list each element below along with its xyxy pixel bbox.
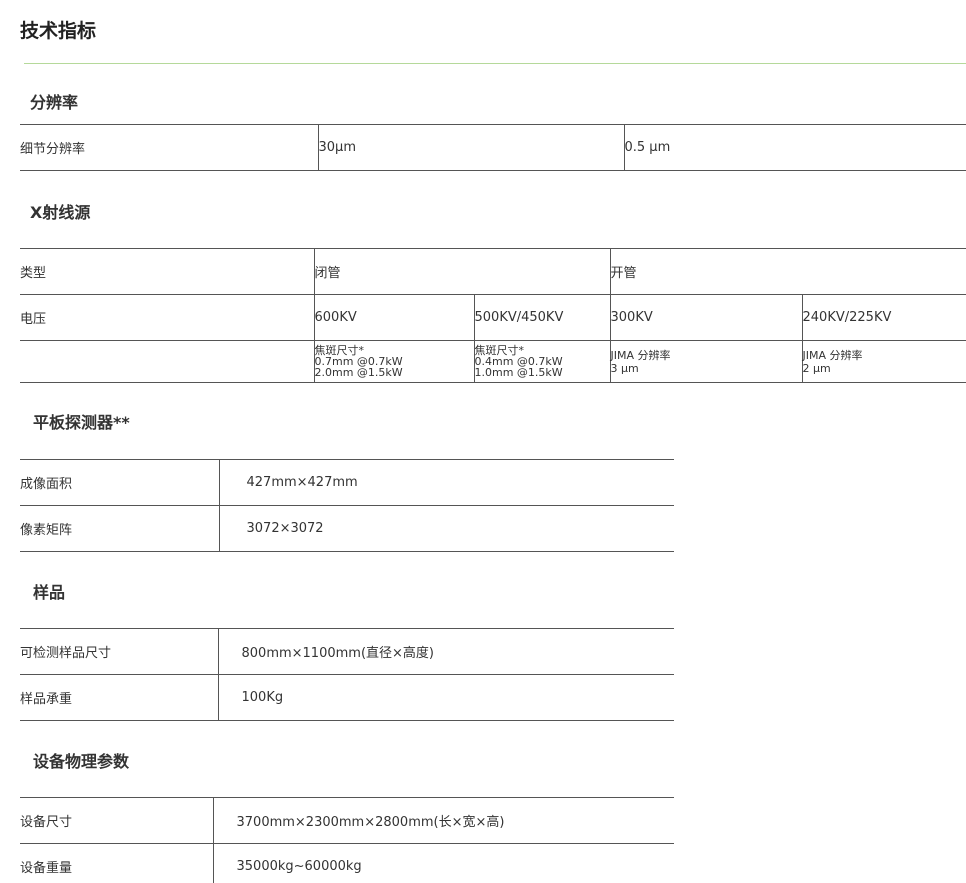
row-value: 30μm [317, 124, 624, 171]
row-label: 细节分辨率 [20, 124, 318, 171]
table-row: 焦斑尺寸* 0.7mm @0.7kW 2.0mm @1.5kW 焦斑尺寸* 0.… [20, 340, 966, 383]
xray-table: 类型 闭管 开管 电压 600KV 500KV/450KV 300KV 240K… [20, 248, 966, 383]
row-label: 设备尺寸 [20, 797, 213, 844]
row-label: 设备重量 [20, 843, 213, 883]
table-row: 类型 闭管 开管 [20, 248, 966, 295]
focal-spot-cell: 焦斑尺寸* 0.7mm @0.7kW 2.0mm @1.5kW [313, 340, 474, 383]
resolution-table: 细节分辨率 30μm 0.5 μm [20, 124, 966, 171]
type-closed-tube: 闭管 [313, 248, 611, 295]
voltage-value: 600KV [313, 294, 474, 341]
section-title-xray: X射线源 [30, 203, 91, 222]
type-open-tube: 开管 [609, 248, 966, 295]
section-title-resolution: 分辨率 [30, 93, 79, 112]
row-label: 可检测样品尺寸 [20, 628, 218, 675]
voltage-value: 240KV/225KV [801, 294, 966, 341]
row-label: 样品承重 [20, 674, 218, 721]
table-row: 像素矩阵 3072×3072 [20, 505, 674, 552]
row-value: 3072×3072 [218, 505, 674, 552]
row-label: 电压 [20, 294, 314, 341]
table-row: 细节分辨率 30μm 0.5 μm [20, 124, 966, 171]
table-row: 设备重量 35000kg~60000kg [20, 843, 674, 883]
row-value: 3700mm×2300mm×2800mm(长×宽×高) [212, 797, 674, 844]
row-label: 像素矩阵 [20, 505, 219, 552]
row-value: 800mm×1100mm(直径×高度) [217, 628, 674, 675]
table-row: 设备尺寸 3700mm×2300mm×2800mm(长×宽×高) [20, 797, 674, 844]
row-label: 类型 [20, 248, 314, 295]
equipment-table: 设备尺寸 3700mm×2300mm×2800mm(长×宽×高) 设备重量 35… [20, 797, 674, 883]
focal-spot-cell: 焦斑尺寸* 0.4mm @0.7kW 1.0mm @1.5kW [473, 340, 611, 383]
section-title-sample: 样品 [33, 583, 66, 602]
row-value: 35000kg~60000kg [212, 843, 674, 883]
row-label: 成像面积 [20, 459, 219, 506]
voltage-value: 500KV/450KV [473, 294, 611, 341]
table-row: 样品承重 100Kg [20, 674, 674, 721]
empty-cell [20, 340, 314, 383]
detector-table: 成像面积 427mm×427mm 像素矩阵 3072×3072 [20, 459, 674, 552]
jima-resolution-cell: JIMA 分辨率 2 μm [801, 340, 966, 383]
section-title-detector: 平板探测器** [33, 413, 130, 432]
table-row: 可检测样品尺寸 800mm×1100mm(直径×高度) [20, 628, 674, 675]
jima-resolution-cell: JIMA 分辨率 3 μm [609, 340, 803, 383]
row-value: 427mm×427mm [218, 459, 674, 506]
row-value: 0.5 μm [623, 124, 966, 171]
section-title-equipment: 设备物理参数 [33, 752, 130, 771]
title-divider [24, 63, 966, 64]
row-value: 100Kg [217, 674, 674, 721]
sample-table: 可检测样品尺寸 800mm×1100mm(直径×高度) 样品承重 100Kg [20, 628, 674, 721]
table-row: 电压 600KV 500KV/450KV 300KV 240KV/225KV [20, 294, 966, 341]
page-title: 技术指标 [20, 20, 97, 42]
voltage-value: 300KV [609, 294, 803, 341]
table-row: 成像面积 427mm×427mm [20, 459, 674, 506]
